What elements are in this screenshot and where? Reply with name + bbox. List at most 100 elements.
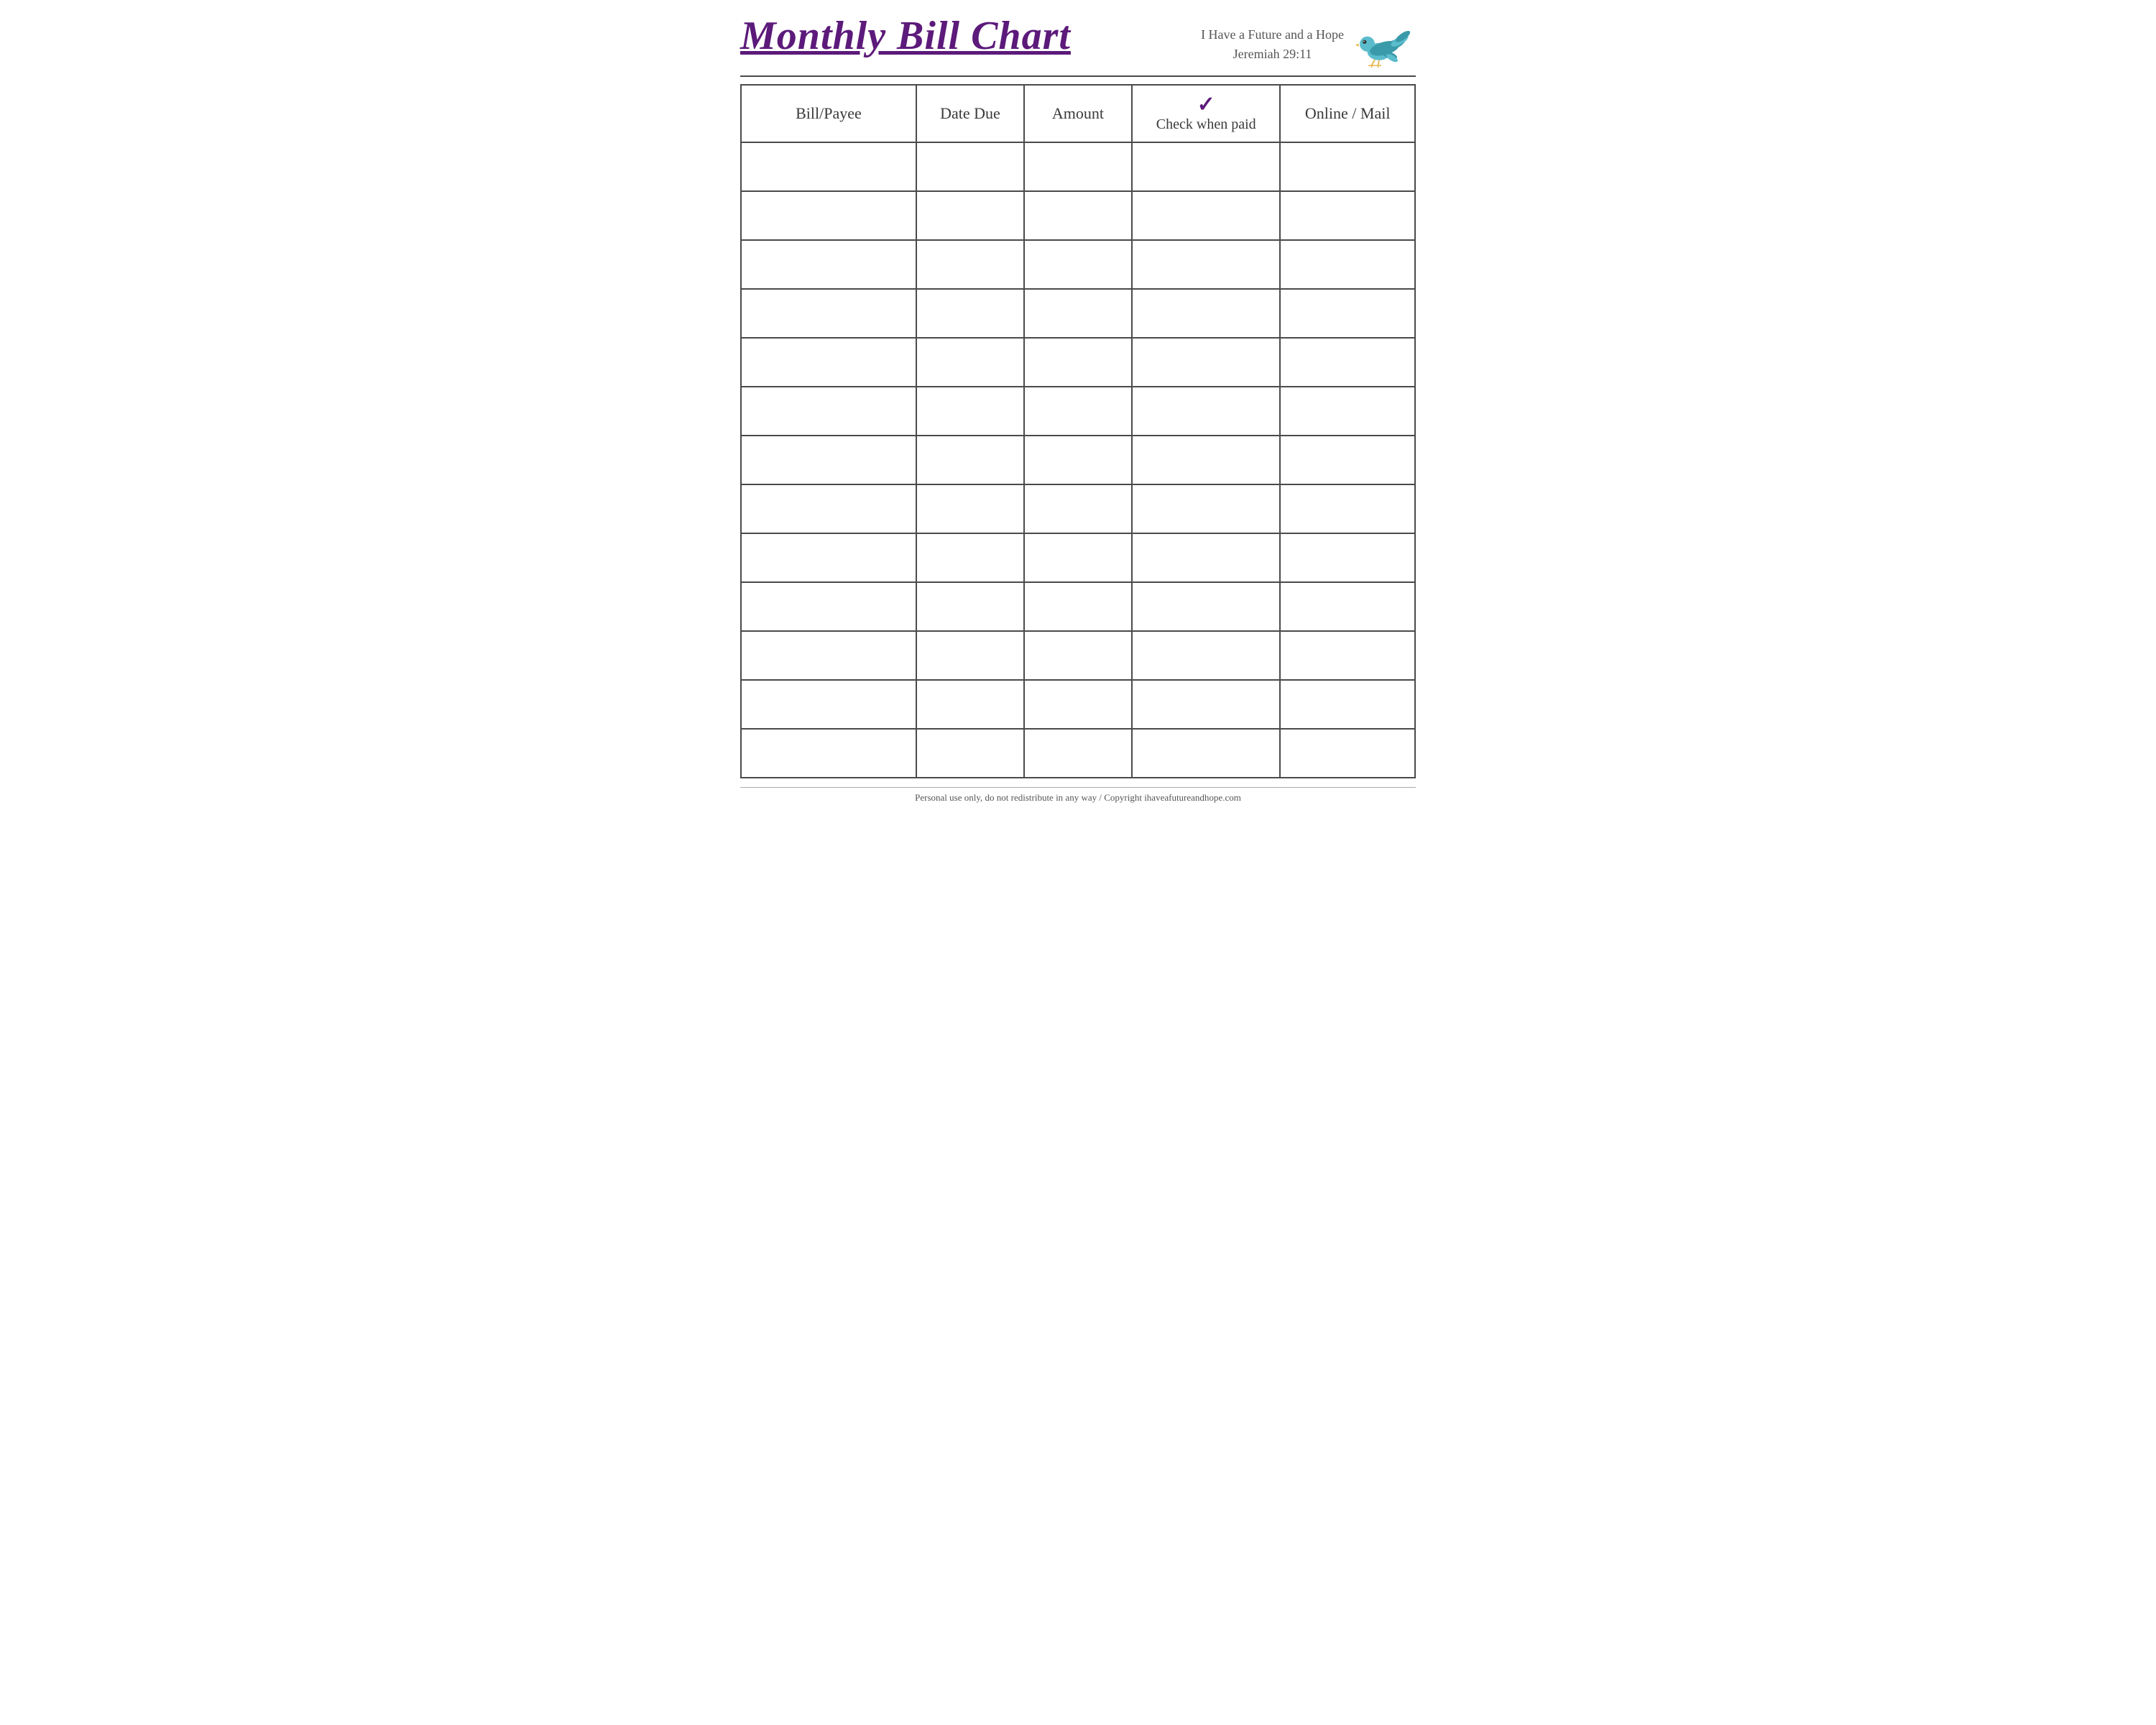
table-cell — [1280, 680, 1415, 729]
table-cell — [916, 142, 1024, 191]
table-row — [741, 191, 1415, 240]
table-row — [741, 533, 1415, 582]
table-row — [741, 338, 1415, 387]
footer: Personal use only, do not redistribute i… — [740, 787, 1416, 804]
col-online-mail: Online / Mail — [1280, 85, 1415, 142]
table-cell — [1132, 484, 1280, 533]
table-cell — [741, 191, 916, 240]
table-body — [741, 142, 1415, 778]
table-cell — [916, 582, 1024, 631]
table-row — [741, 582, 1415, 631]
title-section: Monthly Bill Chart — [740, 14, 1071, 59]
table-cell — [1132, 191, 1280, 240]
table-cell — [1024, 582, 1132, 631]
table-cell — [1024, 729, 1132, 778]
table-cell — [1280, 631, 1415, 680]
table-cell — [1280, 582, 1415, 631]
table-cell — [1024, 142, 1132, 191]
table-cell — [1024, 680, 1132, 729]
table-row — [741, 142, 1415, 191]
table-cell — [1024, 240, 1132, 289]
scripture-bird-group: I Have a Future and a Hope Jeremiah 29:1… — [1201, 19, 1416, 70]
footer-text: Personal use only, do not redistribute i… — [915, 792, 1241, 803]
check-header-content: ✓ Check when paid — [1137, 94, 1275, 133]
check-when-paid-label: Check when paid — [1156, 116, 1256, 133]
col-check-when-paid: ✓ Check when paid — [1132, 85, 1280, 142]
table-cell — [916, 289, 1024, 338]
scripture-line2: Jeremiah 29:11 — [1233, 47, 1312, 61]
table-cell — [1024, 631, 1132, 680]
bird-icon — [1351, 19, 1416, 70]
table-cell — [741, 240, 916, 289]
table-cell — [1024, 338, 1132, 387]
table-cell — [1132, 582, 1280, 631]
table-cell — [741, 387, 916, 436]
page-title: Monthly Bill Chart — [740, 14, 1071, 59]
table-cell — [1024, 484, 1132, 533]
table-row — [741, 484, 1415, 533]
table-row — [741, 240, 1415, 289]
table-cell — [741, 338, 916, 387]
table-cell — [1280, 387, 1415, 436]
table-cell — [1280, 289, 1415, 338]
table-cell — [1132, 387, 1280, 436]
table-cell — [1132, 631, 1280, 680]
table-cell — [1132, 729, 1280, 778]
table-cell — [1132, 289, 1280, 338]
header-right: I Have a Future and a Hope Jeremiah 29:1… — [1201, 14, 1416, 70]
table-cell — [1024, 289, 1132, 338]
table-cell — [1280, 338, 1415, 387]
table-row — [741, 631, 1415, 680]
table-cell — [741, 484, 916, 533]
table-cell — [916, 240, 1024, 289]
table-cell — [916, 533, 1024, 582]
page-header: Monthly Bill Chart I Have a Future and a… — [740, 14, 1416, 77]
col-amount: Amount — [1024, 85, 1132, 142]
table-cell — [916, 484, 1024, 533]
table-cell — [916, 729, 1024, 778]
table-cell — [741, 582, 916, 631]
table-cell — [1024, 533, 1132, 582]
table-cell — [1280, 484, 1415, 533]
table-cell — [916, 338, 1024, 387]
table-cell — [1024, 191, 1132, 240]
table-cell — [1132, 436, 1280, 484]
table-cell — [1132, 680, 1280, 729]
bill-chart-table-wrapper: Bill/Payee Date Due Amount ✓ Check when … — [740, 84, 1416, 778]
table-cell — [1280, 729, 1415, 778]
table-row — [741, 289, 1415, 338]
table-cell — [916, 191, 1024, 240]
scripture-line1: I Have a Future and a Hope — [1201, 27, 1344, 42]
table-cell — [916, 387, 1024, 436]
table-row — [741, 729, 1415, 778]
table-cell — [741, 289, 916, 338]
table-cell — [1280, 533, 1415, 582]
table-cell — [741, 142, 916, 191]
table-cell — [1132, 142, 1280, 191]
check-mark-icon: ✓ — [1197, 94, 1215, 116]
table-cell — [916, 436, 1024, 484]
table-row — [741, 680, 1415, 729]
table-cell — [1132, 338, 1280, 387]
table-cell — [1280, 191, 1415, 240]
table-cell — [741, 436, 916, 484]
col-bill-payee: Bill/Payee — [741, 85, 916, 142]
table-cell — [1132, 240, 1280, 289]
table-cell — [916, 680, 1024, 729]
table-cell — [741, 680, 916, 729]
table-header-row: Bill/Payee Date Due Amount ✓ Check when … — [741, 85, 1415, 142]
table-row — [741, 436, 1415, 484]
table-cell — [1280, 436, 1415, 484]
table-cell — [1280, 142, 1415, 191]
table-cell — [1132, 533, 1280, 582]
col-date-due: Date Due — [916, 85, 1024, 142]
table-cell — [741, 533, 916, 582]
table-cell — [741, 729, 916, 778]
table-cell — [916, 631, 1024, 680]
table-row — [741, 387, 1415, 436]
table-cell — [741, 631, 916, 680]
scripture-text: I Have a Future and a Hope Jeremiah 29:1… — [1201, 25, 1344, 64]
table-cell — [1024, 387, 1132, 436]
table-cell — [1280, 240, 1415, 289]
bill-chart-table: Bill/Payee Date Due Amount ✓ Check when … — [740, 84, 1416, 778]
